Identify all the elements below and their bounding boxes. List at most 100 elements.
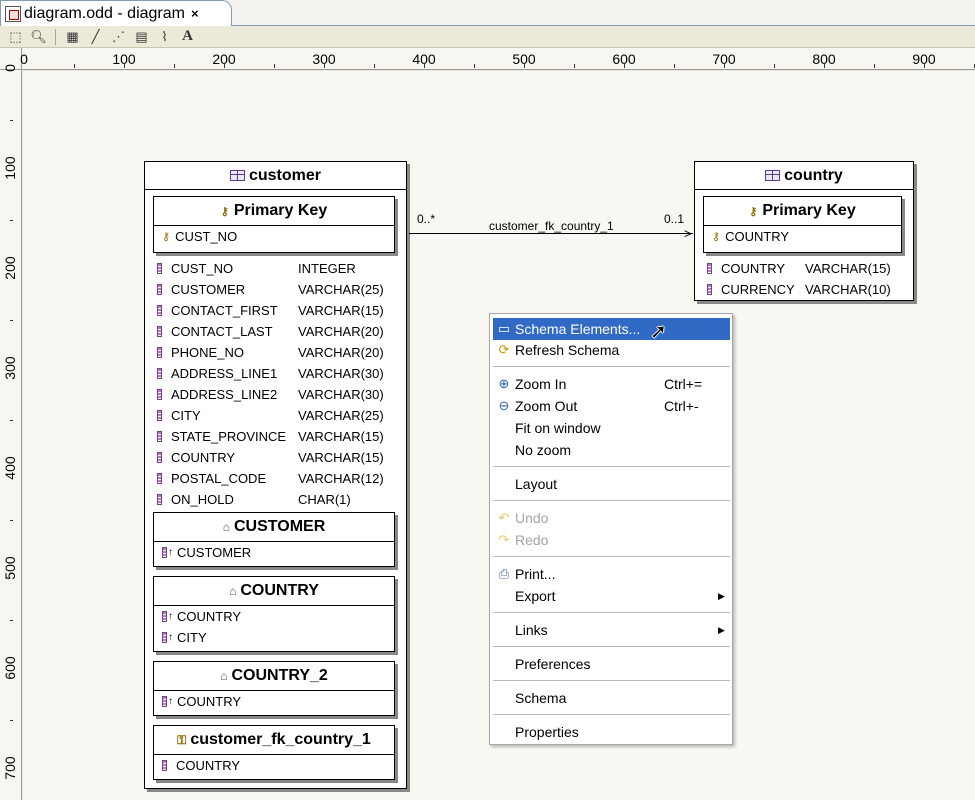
relation-to-cardinality: 0..1 [664,212,685,226]
ruler-tick [724,64,725,68]
pk-column[interactable]: ⚷ COUNTRY [704,226,901,247]
key-icon: ⚷ [220,205,229,218]
menu-item-zoom-in[interactable]: ⊕ Zoom In Ctrl+= [493,373,730,395]
column-row[interactable]: COUNTRY VARCHAR(15) [157,447,384,468]
customer-table-header: customer [145,162,406,190]
primary-key-header: ⚷ Primary Key [704,197,901,226]
ruler-tick [774,64,775,68]
index-customer[interactable]: ⌂ CUSTOMER ↑ CUSTOMER [153,512,395,567]
attach-icon[interactable]: ⌇ [155,28,174,46]
ruler-label: 100 [2,156,18,180]
schema-elements-icon: ▭ [497,321,511,336]
menu-item-layout[interactable]: Layout [493,473,730,495]
relation-name[interactable]: customer_fk_country_1 [489,219,614,233]
submenu-arrow-icon: ▶ [718,624,725,635]
foreign-key-icon: ⚿ [177,732,187,747]
close-tab-icon[interactable]: × [191,6,199,21]
column-name: ADDRESS_LINE1 [171,366,278,381]
pk-column-name: CUST_NO [175,229,238,244]
index-country-2[interactable]: ⌂ COUNTRY_2 ↑ COUNTRY [153,661,395,716]
ruler-label: 600 [2,656,18,680]
menu-item-export[interactable]: Export ▶ [493,585,730,607]
index-column-name: COUNTRY [177,609,242,624]
line-icon[interactable]: ╱ [86,28,105,46]
relation-line[interactable] [409,233,693,234]
ascending-icon: ↑ [168,696,173,707]
primary-key-header: ⚷ Primary Key [154,197,394,226]
diagram-file-icon [5,5,21,22]
column-name: CUST_NO [171,261,234,276]
column-row[interactable]: CITY VARCHAR(25) [157,405,384,426]
menu-item-properties[interactable]: Properties [493,721,730,743]
text-icon[interactable]: A [178,28,197,46]
menu-item-undo[interactable]: ↶ Undo [493,507,730,529]
menu-item-preferences[interactable]: Preferences [493,653,730,675]
customer-primary-key[interactable]: ⚷ Primary Key ⚷ CUST_NO [153,196,395,253]
ruler-label: 0 [20,51,28,67]
table-icon [765,170,781,181]
column-name: ON_HOLD [171,492,234,507]
pk-column[interactable]: ⚷ CUST_NO [154,226,394,247]
column-name: CONTACT_LAST [171,324,273,339]
column-row[interactable]: CURRENCY VARCHAR(10) [707,279,891,300]
menu-item-no-zoom[interactable]: No zoom [493,439,730,461]
print-icon: ⎙ [498,566,510,581]
ruler-tick [10,770,13,771]
index-column[interactable]: ↑ COUNTRY [154,691,394,712]
menu-item-schema-elements[interactable]: ▭ Schema Elements... [493,318,730,340]
ruler-tick [824,64,825,68]
column-row[interactable]: CONTACT_FIRST VARCHAR(15) [157,300,384,321]
zoom-icon[interactable]: 🔍︎ [29,28,48,46]
note-icon[interactable]: ▤ [132,28,151,46]
index-icon: ⌂ [229,584,237,598]
dashed-line-icon[interactable]: ⋰ [109,28,128,46]
column-row[interactable]: ADDRESS_LINE1 VARCHAR(30) [157,363,384,384]
index-country[interactable]: ⌂ COUNTRY ↑ COUNTRY ↑ CITY [153,576,395,652]
column-row[interactable]: COUNTRY VARCHAR(15) [707,258,891,279]
menu-item-links[interactable]: Links ▶ [493,619,730,641]
column-row[interactable]: CUST_NO INTEGER [157,258,356,279]
index-column[interactable]: ↑ CITY [154,627,394,648]
column-row[interactable]: POSTAL_CODE VARCHAR(12) [157,468,384,489]
column-icon [157,494,162,505]
ruler-label: 500 [2,556,18,580]
column-type: VARCHAR(30) [298,387,384,402]
select-icon[interactable]: ⬚ [6,28,25,46]
ruler-label: 300 [2,356,18,380]
index-column[interactable]: ↑ CUSTOMER [154,542,394,563]
index-header: ⌂ COUNTRY_2 [154,662,394,691]
column-row[interactable]: PHONE_NO VARCHAR(20) [157,342,384,363]
column-row[interactable]: CUSTOMER VARCHAR(25) [157,279,384,300]
country-primary-key[interactable]: ⚷ Primary Key ⚷ COUNTRY [703,196,902,253]
menu-item-schema[interactable]: Schema [493,687,730,709]
menu-item-zoom-out[interactable]: ⊖ Zoom Out Ctrl+- [493,395,730,417]
foreign-key-box[interactable]: ⚿ customer_fk_country_1 COUNTRY [153,725,395,780]
menu-item-redo[interactable]: ↷ Redo [493,529,730,551]
column-name: CURRENCY [721,282,795,297]
menu-item-print[interactable]: ⎙ Print... [493,563,730,585]
ruler-tick [924,64,925,68]
ruler-tick [224,64,225,68]
editor-tab-bar: diagram.odd - diagram × [0,0,975,26]
foreign-key-column-name: COUNTRY [176,758,241,773]
editor-tab[interactable]: diagram.odd - diagram × [0,0,232,26]
ruler-tick [10,170,13,171]
customer-table-title: customer [248,166,322,184]
menu-item-fit-on-window[interactable]: Fit on window [493,417,730,439]
table-icon[interactable]: ▦ [63,28,82,46]
column-row[interactable]: STATE_PROVINCE VARCHAR(15) [157,426,384,447]
index-column[interactable]: ↑ COUNTRY [154,606,394,627]
ruler-tick [10,270,13,271]
context-menu: ▭ Schema Elements... ⟳ Refresh Schema ⊕ … [489,313,733,745]
column-row[interactable]: CONTACT_LAST VARCHAR(20) [157,321,384,342]
column-type: INTEGER [298,261,356,276]
column-type: VARCHAR(10) [805,282,891,297]
menu-item-refresh-schema[interactable]: ⟳ Refresh Schema [493,339,730,361]
column-type: VARCHAR(20) [298,345,384,360]
column-name: PHONE_NO [171,345,244,360]
ruler-tick [10,720,13,721]
column-row[interactable]: ON_HOLD CHAR(1) [157,489,351,510]
column-type: CHAR(1) [298,492,351,507]
foreign-key-column[interactable]: COUNTRY [154,755,394,776]
column-row[interactable]: ADDRESS_LINE2 VARCHAR(30) [157,384,384,405]
